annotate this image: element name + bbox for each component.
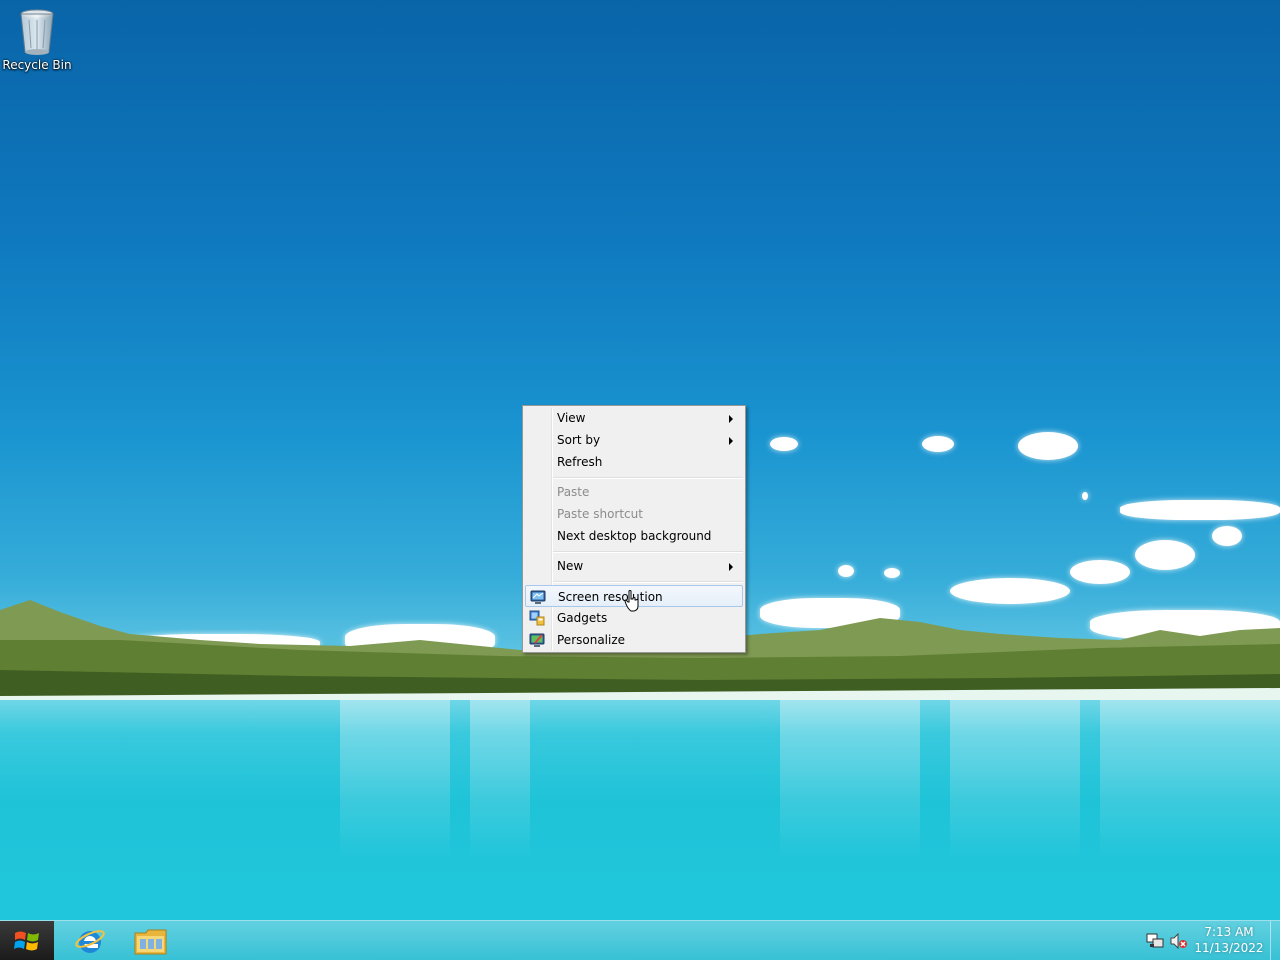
screen-resolution-icon xyxy=(530,590,546,604)
file-explorer-taskbar-button[interactable] xyxy=(122,921,180,960)
taskbar: 7:13 AM 11/13/2022 xyxy=(0,920,1280,960)
menu-item-label: Personalize xyxy=(557,633,626,647)
internet-explorer-taskbar-button[interactable] xyxy=(62,921,118,960)
cloud xyxy=(884,568,900,578)
cloud xyxy=(1082,492,1088,500)
menu-item-view[interactable]: View xyxy=(525,407,743,429)
menu-item-label: Screen resolution xyxy=(558,590,663,604)
recycle-bin-label: Recycle Bin xyxy=(2,58,72,72)
internet-explorer-icon xyxy=(75,930,105,953)
submenu-arrow-icon xyxy=(729,437,733,445)
menu-item-label: Refresh xyxy=(557,455,603,469)
menu-separator xyxy=(553,477,743,479)
cloud xyxy=(1212,526,1242,546)
mouse-cursor-icon xyxy=(624,590,639,612)
menu-separator xyxy=(553,551,743,553)
submenu-arrow-icon xyxy=(729,415,733,423)
cloud xyxy=(1135,540,1195,570)
menu-item-paste-shortcut[interactable]: Paste shortcut xyxy=(525,503,743,525)
menu-item-label: New xyxy=(557,559,584,573)
cloud xyxy=(1120,500,1280,520)
menu-item-personalize[interactable]: Personalize xyxy=(525,629,743,651)
start-button[interactable] xyxy=(0,921,54,960)
menu-item-sort-by[interactable]: Sort by xyxy=(525,429,743,451)
personalize-icon xyxy=(529,633,545,647)
file-explorer-icon xyxy=(134,929,167,955)
menu-item-label: Paste shortcut xyxy=(557,507,643,521)
lake xyxy=(0,700,1280,922)
menu-item-label: Next desktop background xyxy=(557,529,712,543)
menu-item-new[interactable]: New xyxy=(525,555,743,577)
cloud xyxy=(1070,560,1130,584)
system-clock[interactable]: 7:13 AM 11/13/2022 xyxy=(1192,924,1266,956)
cloud xyxy=(922,436,954,452)
menu-separator xyxy=(553,581,743,583)
show-desktop-button[interactable] xyxy=(1270,921,1280,960)
menu-item-label: View xyxy=(557,411,586,425)
desktop[interactable]: Recycle Bin View Sort by Refresh Paste P… xyxy=(0,0,1280,960)
network-icon[interactable] xyxy=(1146,933,1164,949)
recycle-bin-shortcut[interactable]: Recycle Bin xyxy=(2,6,72,76)
cloud xyxy=(770,437,798,451)
clock-time: 7:13 AM xyxy=(1204,925,1254,939)
cloud xyxy=(1018,432,1078,460)
menu-item-label: Paste xyxy=(557,485,590,499)
volume-muted-icon[interactable] xyxy=(1170,933,1188,949)
cloud xyxy=(838,565,854,577)
clock-date: 11/13/2022 xyxy=(1194,941,1264,955)
menu-item-paste[interactable]: Paste xyxy=(525,481,743,503)
windows-logo-icon xyxy=(14,931,39,951)
submenu-arrow-icon xyxy=(729,563,733,571)
desktop-context-menu: View Sort by Refresh Paste Paste shortcu… xyxy=(522,405,746,653)
menu-item-label: Gadgets xyxy=(557,611,608,625)
menu-item-refresh[interactable]: Refresh xyxy=(525,451,743,473)
recycle-bin-icon xyxy=(20,9,54,55)
gadgets-icon xyxy=(529,610,545,626)
menu-item-next-desktop-background[interactable]: Next desktop background xyxy=(525,525,743,547)
menu-item-label: Sort by xyxy=(557,433,601,447)
